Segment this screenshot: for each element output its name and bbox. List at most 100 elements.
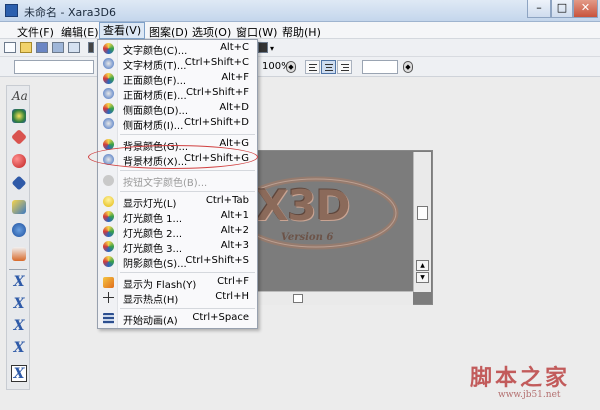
menu-item-label: 阴影颜色(S)... xyxy=(123,259,187,270)
menu-shadow-color[interactable]: 阴影颜色(S)... Ctrl+Shift+S xyxy=(98,254,257,270)
menu-item-shortcut: Alt+D xyxy=(219,102,249,113)
bevel-tool-icon[interactable] xyxy=(11,175,27,191)
design-canvas[interactable]: X3D Version 6 xyxy=(253,150,433,305)
menu-item-shortcut: Alt+1 xyxy=(220,210,249,221)
align-center-button[interactable] xyxy=(321,60,336,74)
minimize-button[interactable]: – xyxy=(527,0,551,18)
menu-side-color[interactable]: 侧面颜色(D)... Alt+D xyxy=(98,101,257,117)
color-wheel-icon xyxy=(103,103,114,114)
menu-design[interactable]: 图案(D) xyxy=(149,24,188,40)
menu-background-color[interactable]: 背景颜色(G)... Alt+G xyxy=(98,137,257,153)
shape-tool-icon[interactable] xyxy=(12,154,26,168)
chevron-down-icon[interactable]: ▾ xyxy=(270,44,274,53)
film-icon xyxy=(103,313,114,324)
vertical-scroll-thumb[interactable] xyxy=(417,206,428,220)
menu-item-label: 灯光颜色 3... xyxy=(123,244,183,255)
menu-item-label: 文字材质(T)... xyxy=(123,61,187,72)
vertical-scrollbar[interactable]: ▲ ▼ xyxy=(413,152,431,292)
view-menu-dropdown: 文字颜色(C)... Alt+C 文字材质(T)... Ctrl+Shift+C… xyxy=(97,39,258,329)
crosshair-icon xyxy=(103,292,114,303)
close-button[interactable]: ✕ xyxy=(573,0,598,18)
color-tool-icon[interactable] xyxy=(12,109,26,123)
zoom-spinner[interactable]: ◆ xyxy=(286,61,296,73)
scroll-down-arrow-icon[interactable]: ▼ xyxy=(416,272,429,283)
menu-item-shortcut: Alt+3 xyxy=(220,240,249,251)
menu-show-as-flash[interactable]: 显示为 Flash(Y) Ctrl+F xyxy=(98,275,257,291)
align-left-button[interactable] xyxy=(305,60,320,74)
menu-item-shortcut: Alt+C xyxy=(220,42,249,53)
menu-item-label: 显示为 Flash(Y) xyxy=(123,280,197,291)
menu-separator xyxy=(120,134,255,135)
menu-face-texture[interactable]: 正面材质(E)... Ctrl+Shift+F xyxy=(98,86,257,102)
menu-options[interactable]: 选项(O) xyxy=(192,24,231,40)
x-rotate-z-icon[interactable]: X xyxy=(11,318,27,335)
menu-item-label: 按钮文字颜色(B)... xyxy=(123,178,208,189)
open-folder-icon[interactable] xyxy=(20,42,32,53)
menu-item-shortcut: Ctrl+Shift+D xyxy=(184,117,249,128)
menu-text-texture[interactable]: 文字材质(T)... Ctrl+Shift+C xyxy=(98,56,257,72)
horizontal-scroll-thumb[interactable] xyxy=(293,294,303,303)
menu-show-lights[interactable]: 显示灯光(L) Ctrl+Tab xyxy=(98,194,257,210)
menu-light-color-2[interactable]: 灯光颜色 2... Alt+2 xyxy=(98,224,257,240)
scroll-up-arrow-icon[interactable]: ▲ xyxy=(416,260,429,271)
x-rotate-icon[interactable]: X xyxy=(11,274,27,291)
menu-item-label: 正面材质(E)... xyxy=(123,91,187,102)
menu-item-label: 灯光颜色 1... xyxy=(123,214,183,225)
format-toolbar: 100% ◆ ◆ xyxy=(0,57,600,77)
menu-start-animation[interactable]: 开始动画(A) Ctrl+Space xyxy=(98,311,257,327)
menu-window[interactable]: 窗口(W) xyxy=(236,24,277,40)
x-spin-icon[interactable]: X xyxy=(11,340,27,357)
maximize-button[interactable]: □ xyxy=(551,0,573,18)
menu-light-color-3[interactable]: 灯光颜色 3... Alt+3 xyxy=(98,239,257,255)
texture-icon xyxy=(103,118,114,129)
new-file-icon[interactable] xyxy=(4,42,16,53)
menu-item-shortcut: Ctrl+H xyxy=(215,291,249,302)
align-right-button[interactable] xyxy=(337,60,352,74)
horizontal-scrollbar[interactable] xyxy=(253,291,413,305)
menu-item-shortcut: Ctrl+Shift+F xyxy=(185,87,249,98)
menu-item-label: 文字颜色(C)... xyxy=(123,46,188,57)
flash-icon xyxy=(103,277,114,288)
animation-tool-icon[interactable] xyxy=(12,223,26,237)
size-combo[interactable] xyxy=(362,60,398,74)
color-wheel-icon xyxy=(103,43,114,54)
x3d-logo-text: X3D xyxy=(256,181,350,230)
menu-edit[interactable]: 编辑(E) xyxy=(61,24,99,40)
light-bulb-icon xyxy=(103,196,114,207)
main-toolbar: ▾ xyxy=(0,39,600,57)
texture-icon xyxy=(103,58,114,69)
size-spinner[interactable]: ◆ xyxy=(403,61,413,73)
x-rotate-y-icon[interactable]: X xyxy=(11,296,27,313)
texture-tool-icon[interactable] xyxy=(11,129,27,145)
menu-view[interactable]: 查看(V) xyxy=(99,22,146,39)
menu-item-shortcut: Alt+2 xyxy=(220,225,249,236)
side-separator xyxy=(9,269,27,270)
menu-help[interactable]: 帮助(H) xyxy=(282,24,321,40)
texture-icon xyxy=(103,154,114,165)
color-wheel-icon xyxy=(103,256,114,267)
menu-light-color-1[interactable]: 灯光颜色 1... Alt+1 xyxy=(98,209,257,225)
color-wheel-icon xyxy=(103,226,114,237)
menu-file[interactable]: 文件(F) xyxy=(17,24,54,40)
save-icon[interactable] xyxy=(36,42,48,53)
shadow-tool-icon[interactable] xyxy=(12,247,26,261)
menu-button-text-color: 按钮文字颜色(B)... xyxy=(98,173,257,189)
menu-side-texture[interactable]: 侧面材质(I)... Ctrl+Shift+D xyxy=(98,116,257,132)
export-icon[interactable] xyxy=(52,42,64,53)
color-wheel-icon xyxy=(103,175,114,186)
color-swatch-icon[interactable] xyxy=(258,42,268,53)
x-selected-icon[interactable]: X xyxy=(11,365,27,382)
app-icon xyxy=(5,4,18,17)
lighting-tool-icon[interactable] xyxy=(12,200,26,214)
menu-text-color[interactable]: 文字颜色(C)... Alt+C xyxy=(98,41,257,57)
menu-background-texture[interactable]: 背景材质(X)... Ctrl+Shift+G xyxy=(98,152,257,168)
menu-separator xyxy=(120,308,255,309)
menu-face-color[interactable]: 正面颜色(F)... Alt+F xyxy=(98,71,257,87)
font-combo[interactable] xyxy=(14,60,94,74)
menu-item-label: 正面颜色(F)... xyxy=(123,76,187,87)
menu-item-label: 灯光颜色 2... xyxy=(123,229,183,240)
menu-item-shortcut: Ctrl+Shift+C xyxy=(184,57,249,68)
menu-show-hotspot[interactable]: 显示热点(H) Ctrl+H xyxy=(98,290,257,306)
print-icon[interactable] xyxy=(68,42,80,53)
font-tool-icon[interactable]: Aa xyxy=(12,89,28,103)
